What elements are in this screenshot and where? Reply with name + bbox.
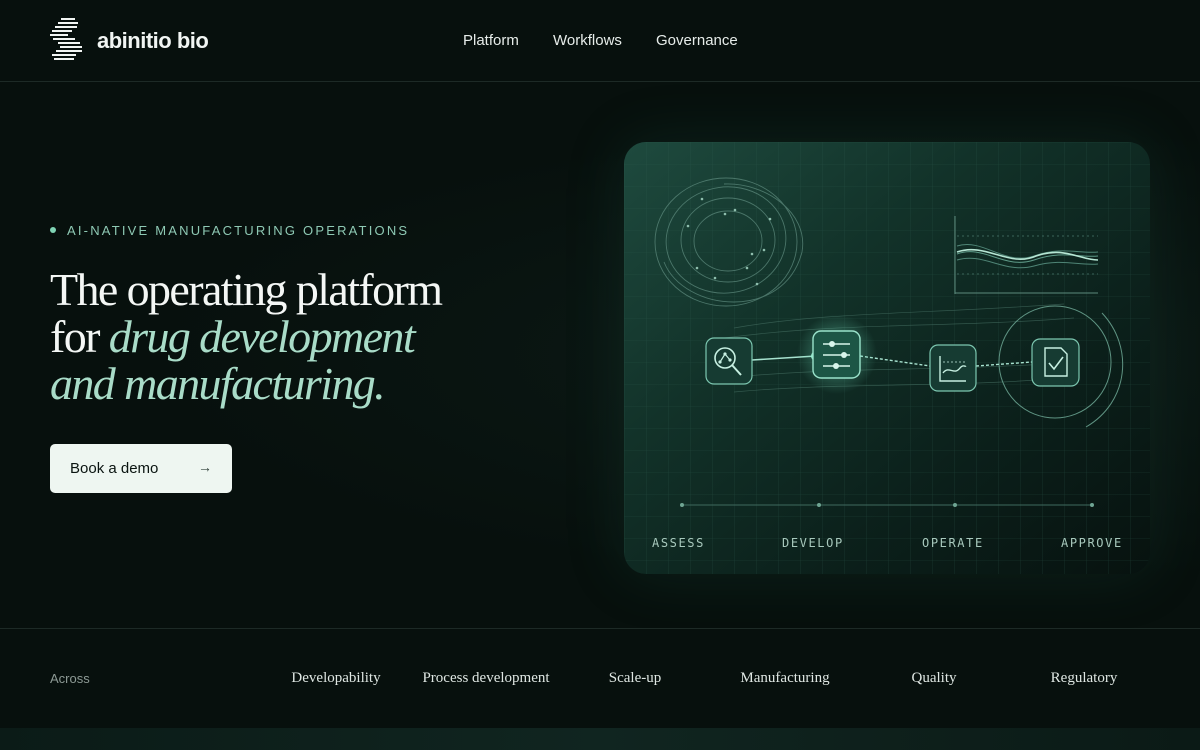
- stage-develop: DEVELOP: [782, 536, 844, 550]
- book-demo-label: Book a demo: [70, 460, 159, 477]
- phase-developability: Developability: [291, 670, 381, 686]
- magnifier-graph-icon: [705, 337, 753, 385]
- nav-governance[interactable]: Governance: [656, 32, 738, 49]
- workflow-graphic: [624, 142, 1150, 574]
- phase-manufacturing: Manufacturing: [740, 670, 830, 686]
- site-header: abinitio bio Platform Workflows Governan…: [0, 0, 1200, 82]
- stage-approve: APPROVE: [1061, 536, 1123, 550]
- book-demo-button[interactable]: Book a demo →: [50, 444, 232, 493]
- workflow-illustration: ASSESS DEVELOP OPERATE APPROVE: [624, 142, 1150, 574]
- hero-headline: The operating platform for drug developm…: [50, 266, 570, 407]
- nav-platform[interactable]: Platform: [463, 32, 519, 49]
- headline-line-1: The operating platform: [50, 264, 443, 315]
- abinitio-logo-icon[interactable]: [50, 18, 84, 62]
- phase-scale-up: Scale-up: [608, 670, 662, 686]
- hero-eyebrow: AI-NATIVE MANUFACTURING OPERATIONS: [50, 223, 409, 238]
- eyebrow-dot-icon: [50, 227, 56, 233]
- phase-strip: Across Developability Process developmen…: [0, 628, 1200, 729]
- chart-trend-icon: [929, 344, 977, 392]
- phase-regulatory: Regulatory: [1050, 670, 1118, 686]
- phase-quality: Quality: [911, 670, 957, 686]
- arrow-right-icon: →: [198, 459, 212, 475]
- stage-operate: OPERATE: [922, 536, 984, 550]
- phase-process-development: Process development: [422, 670, 550, 686]
- brand-name[interactable]: abinitio bio: [97, 28, 209, 54]
- stage-assess: ASSESS: [652, 536, 705, 550]
- document-check-icon: [1031, 338, 1080, 387]
- headline-line-3: and manufacturing.: [50, 358, 386, 409]
- nav-workflows[interactable]: Workflows: [553, 32, 622, 49]
- headline-line-2: for drug development: [50, 311, 416, 362]
- strip-label: Across: [50, 671, 90, 686]
- sliders-icon: [812, 330, 861, 379]
- next-section-edge: [0, 728, 1200, 750]
